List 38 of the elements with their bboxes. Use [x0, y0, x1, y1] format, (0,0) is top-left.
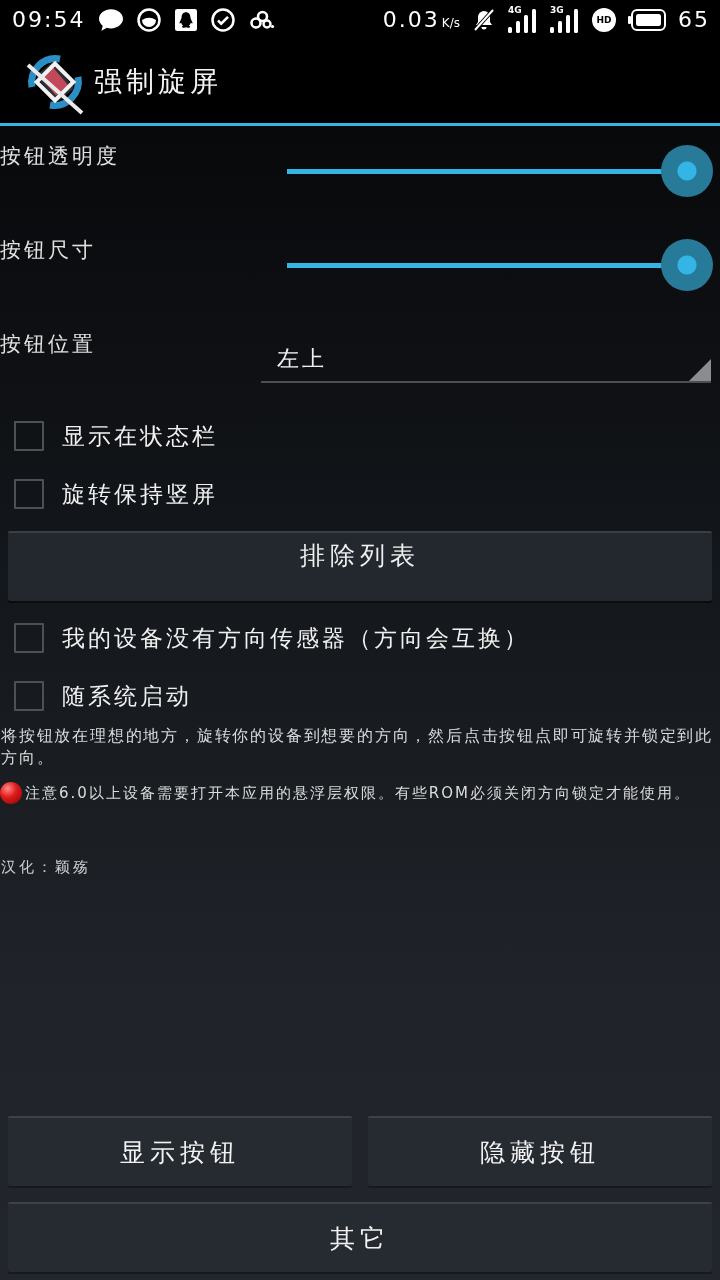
slider-thumb[interactable]: [661, 239, 713, 291]
half-circle-icon: [137, 8, 162, 32]
network-speed: 0.03: [382, 7, 440, 33]
checkbox[interactable]: [14, 421, 44, 451]
credit-text: 汉化：颖殇: [0, 857, 91, 878]
position-dropdown[interactable]: 左上: [261, 339, 711, 383]
network-type-label: 3G: [550, 5, 564, 15]
hd-badge: HD: [592, 8, 616, 32]
bell-off-icon: [472, 8, 496, 32]
option-label: 旋转保持竖屏: [62, 480, 218, 508]
option-label: 随系统启动: [62, 682, 192, 710]
checkbox[interactable]: [14, 623, 44, 653]
slider-thumb[interactable]: [661, 145, 713, 197]
dot-icon: [0, 782, 22, 804]
check-circle-icon: [211, 8, 236, 32]
penguin-icon: [175, 9, 198, 31]
checkbox[interactable]: [14, 479, 44, 509]
notice-text: 注意6.0以上设备需要打开本应用的悬浮层权限。有些ROM必须关闭方向锁定才能使用。: [25, 783, 692, 804]
instructions-text: 将按钮放在理想的地方，旋转你的设备到想要的方向，然后点击按钮点即可旋转并锁定到此方向。: [0, 726, 714, 769]
linked-circles-icon: [249, 10, 276, 30]
option-label: 我的设备没有方向传感器（方向会互换）: [62, 624, 530, 652]
network-type-label: 4G: [508, 5, 522, 15]
setting-label: 按钮位置: [0, 332, 97, 356]
battery-percent: 65: [678, 7, 710, 33]
action-button[interactable]: 显示按钮: [8, 1116, 352, 1186]
setting-label: 按钮尺寸: [0, 238, 97, 262]
clock-time: 09:54: [12, 7, 86, 33]
action-button[interactable]: 其它: [8, 1202, 712, 1272]
option-label: 显示在状态栏: [62, 422, 218, 450]
dropdown-corner-icon: [689, 359, 711, 381]
exclude-list-button[interactable]: 排除列表: [8, 531, 712, 601]
checkbox[interactable]: [14, 681, 44, 711]
app-title: 强制旋屏: [94, 63, 222, 100]
battery-icon: [628, 9, 666, 31]
action-button[interactable]: 隐藏按钮: [368, 1116, 712, 1186]
speed-unit: K/s: [441, 16, 460, 30]
setting-label: 按钮透明度: [0, 144, 121, 168]
chat-bubble-icon: [99, 9, 124, 31]
